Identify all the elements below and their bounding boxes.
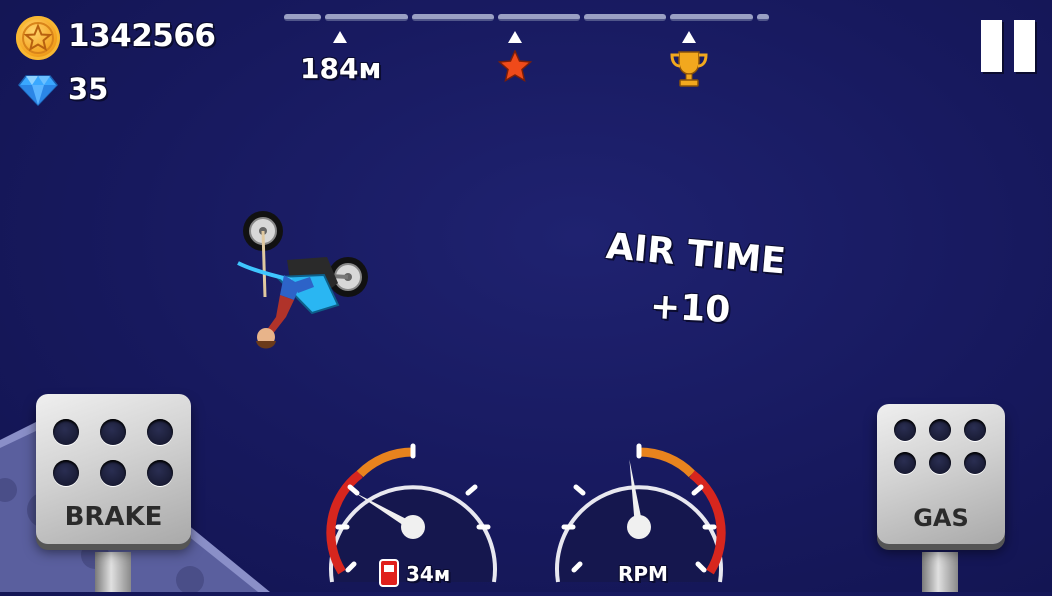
trophy-icon xyxy=(669,49,709,93)
distance-label: 184м xyxy=(300,52,382,85)
brake-label: BRAKE xyxy=(64,502,163,532)
coin-count: 1342566 xyxy=(68,18,216,54)
gas-pedal[interactable]: GAS xyxy=(877,404,1005,544)
rpm-label: RPM xyxy=(618,562,668,586)
pause-icon xyxy=(981,20,1002,72)
triangle-up-icon xyxy=(508,31,522,43)
star-icon xyxy=(497,49,533,86)
level-progress-bar xyxy=(284,14,769,22)
gem-count: 35 xyxy=(68,72,109,106)
fuel-distance-label: 34м xyxy=(406,562,451,586)
air-time-title: AIR TIME xyxy=(604,226,788,283)
triangle-up-icon xyxy=(682,31,696,43)
air-time-points: +10 xyxy=(648,285,732,332)
pause-button[interactable] xyxy=(981,20,1035,72)
coin-icon xyxy=(16,16,60,60)
triangle-up-icon xyxy=(333,31,347,43)
brake-pedal[interactable]: BRAKE xyxy=(36,394,191,544)
diamond-icon xyxy=(18,74,58,107)
rider-motorbike xyxy=(232,205,377,359)
fuel-can-icon xyxy=(378,556,402,592)
gas-label: GAS xyxy=(913,504,969,532)
